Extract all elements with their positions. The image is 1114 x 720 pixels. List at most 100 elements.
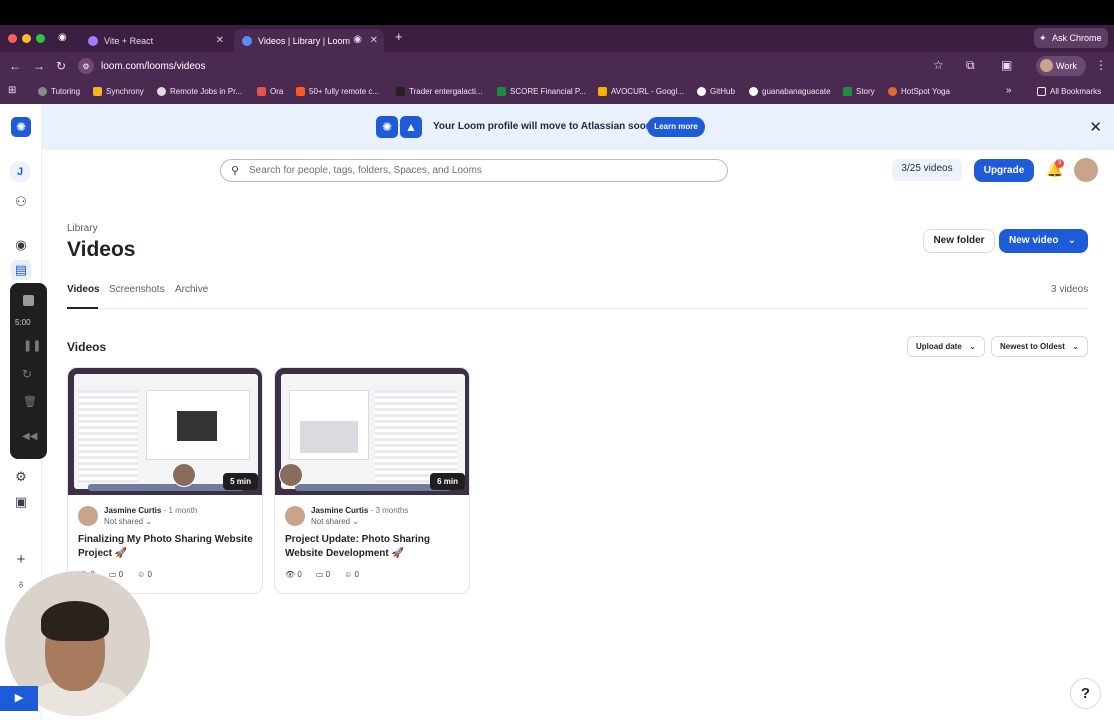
- breadcrumb[interactable]: Library: [67, 223, 98, 234]
- bookmark-item[interactable]: SCORE Financial P...: [497, 87, 586, 96]
- video-title[interactable]: Finalizing My Photo Sharing Website Proj…: [78, 533, 256, 561]
- upload-age: 3 months: [375, 506, 409, 515]
- stop-recording-icon[interactable]: [23, 295, 34, 306]
- loom-logo-icon[interactable]: ✺: [11, 117, 31, 137]
- recording-tab-icon[interactable]: ◉: [58, 32, 67, 43]
- tab-videos[interactable]: Videos: [67, 284, 100, 295]
- help-button[interactable]: ?: [1070, 678, 1101, 709]
- restart-icon[interactable]: ↻: [22, 367, 32, 381]
- recording-timer: 5:00: [15, 318, 31, 327]
- trader-icon: [396, 87, 405, 96]
- thumbnail-player: [300, 421, 358, 453]
- thumbnail-screen: [289, 390, 369, 460]
- close-tab-icon[interactable]: ✕: [370, 35, 378, 46]
- new-tab-icon[interactable]: +: [395, 29, 403, 44]
- close-banner-icon[interactable]: ✕: [1089, 118, 1102, 136]
- forward-icon[interactable]: →: [33, 59, 45, 73]
- screen-icon[interactable]: ▣: [11, 492, 31, 512]
- tab-archive[interactable]: Archive: [175, 284, 208, 295]
- thumbnail-code: [375, 390, 457, 484]
- new-folder-button[interactable]: New folder: [923, 229, 995, 253]
- views-stat: 👁 0: [285, 570, 302, 579]
- sheets-icon: [843, 87, 852, 96]
- close-tab-icon[interactable]: ✕: [216, 35, 224, 46]
- views-count: 0: [297, 570, 302, 579]
- address-bar[interactable]: ⚙ loom.com/looms/videos: [78, 56, 958, 76]
- apps-grid-icon[interactable]: ⊞: [8, 85, 16, 96]
- sharing-dropdown[interactable]: Not shared ⌄: [104, 517, 152, 526]
- site-info-icon[interactable]: ⚙: [78, 58, 94, 74]
- tab-loom-videos[interactable]: Videos | Library | Loom ◉ ✕: [234, 29, 384, 52]
- settings-gear-icon[interactable]: ⚙: [11, 467, 31, 487]
- video-duration: 5 min: [223, 473, 258, 490]
- synchrony-icon: [93, 87, 102, 96]
- loom-logo-icon: ✺: [376, 116, 398, 138]
- chrome-menu-icon[interactable]: ⋮: [1095, 58, 1107, 72]
- tab-vite-react[interactable]: Vite + React ✕: [80, 29, 230, 52]
- workspace-avatar[interactable]: J: [9, 161, 31, 183]
- user-avatar[interactable]: [1074, 158, 1098, 182]
- bookmark-item[interactable]: Synchrony: [93, 87, 144, 96]
- bookmark-label: Tutoring: [51, 87, 81, 96]
- recording-controls: 5:00 ❚❚ ↻ 🗑 ◀◀: [10, 283, 47, 459]
- all-bookmarks-label: All Bookmarks: [1050, 87, 1102, 96]
- notifications-bell-icon[interactable]: 🔔 3: [1046, 159, 1064, 178]
- author-name: Jasmine Curtis: [104, 506, 162, 515]
- library-icon[interactable]: ▤: [11, 260, 31, 280]
- camera-toggle-icon[interactable]: ▶: [0, 686, 38, 711]
- video-title[interactable]: Project Update: Photo Sharing Website De…: [285, 533, 463, 561]
- bookmark-label: Remote Jobs in Pr...: [170, 87, 243, 96]
- bookmark-label: Ora: [270, 87, 284, 96]
- bookmark-item[interactable]: Story: [843, 87, 875, 96]
- bookmark-item[interactable]: Remote Jobs in Pr...: [157, 87, 242, 96]
- reactions-count: 0: [147, 570, 152, 579]
- search-input[interactable]: ⚲ Search for people, tags, folders, Spac…: [220, 159, 728, 182]
- bookmark-item[interactable]: HotSpot Yoga: [888, 87, 950, 96]
- back-icon[interactable]: ←: [9, 59, 21, 73]
- collapse-icon[interactable]: ◀◀: [22, 431, 37, 442]
- minimize-window-button[interactable]: [22, 34, 31, 43]
- bookmark-item[interactable]: Ora: [257, 87, 283, 96]
- video-thumbnail[interactable]: 6 min: [275, 368, 469, 495]
- notification-badge: 3: [1055, 159, 1064, 168]
- close-window-button[interactable]: [8, 34, 17, 43]
- reactions-stat: ☺ 0: [137, 570, 152, 579]
- add-member-icon[interactable]: ⚇: [11, 192, 31, 212]
- ask-chrome-button[interactable]: ✦ Ask Chrome: [1034, 28, 1108, 48]
- video-card[interactable]: 5 min Jasmine Curtis · 1 month Not share…: [67, 367, 263, 594]
- extensions-icon[interactable]: ⧉: [966, 58, 975, 72]
- bookmark-item[interactable]: 50+ fully remote c...: [296, 87, 379, 96]
- chevron-down-icon: ⌄: [969, 342, 976, 351]
- all-bookmarks-button[interactable]: All Bookmarks: [1037, 87, 1101, 96]
- more-bookmarks-icon[interactable]: »: [1006, 85, 1012, 96]
- reload-icon[interactable]: ↻: [56, 59, 66, 73]
- bookmark-item[interactable]: Tutoring: [38, 87, 80, 96]
- bookmark-item[interactable]: GitHub: [697, 87, 735, 96]
- add-icon[interactable]: +: [11, 550, 31, 570]
- learn-more-button[interactable]: Learn more: [647, 117, 705, 137]
- sharing-dropdown[interactable]: Not shared ⌄: [311, 517, 359, 526]
- maximize-window-button[interactable]: [36, 34, 45, 43]
- remote-list-icon: [296, 87, 305, 96]
- sort-order-dropdown[interactable]: Newest to Oldest ⌄: [991, 336, 1088, 357]
- bookmark-star-icon[interactable]: ☆: [933, 58, 944, 72]
- thumbnail-dock: [295, 484, 451, 491]
- chevron-down-icon[interactable]: ⌄: [1068, 229, 1076, 253]
- video-thumbnail[interactable]: 5 min: [68, 368, 262, 495]
- new-video-button[interactable]: New video ⌄: [999, 229, 1088, 253]
- video-card[interactable]: 6 min Jasmine Curtis · 3 months Not shar…: [274, 367, 470, 594]
- hotspot-icon: [888, 87, 897, 96]
- upgrade-button[interactable]: Upgrade: [974, 159, 1034, 182]
- bookmark-item[interactable]: AVOCURL - Googl...: [598, 87, 684, 96]
- profile-icon[interactable]: ◉: [11, 235, 31, 255]
- video-quota-badge[interactable]: 3/25 videos: [892, 159, 962, 181]
- bookmark-item[interactable]: guanabanaguacate: [749, 87, 831, 96]
- pause-icon[interactable]: ❚❚: [23, 339, 41, 352]
- side-panel-icon[interactable]: ▣: [1001, 58, 1012, 72]
- profile-button[interactable]: Work: [1036, 56, 1086, 76]
- bookmark-item[interactable]: Trader entergalacti...: [396, 87, 483, 96]
- recording-indicator-icon: ◉: [353, 34, 362, 45]
- trash-icon[interactable]: 🗑: [23, 395, 37, 408]
- sort-by-dropdown[interactable]: Upload date ⌄: [907, 336, 985, 357]
- tab-screenshots[interactable]: Screenshots: [109, 284, 165, 295]
